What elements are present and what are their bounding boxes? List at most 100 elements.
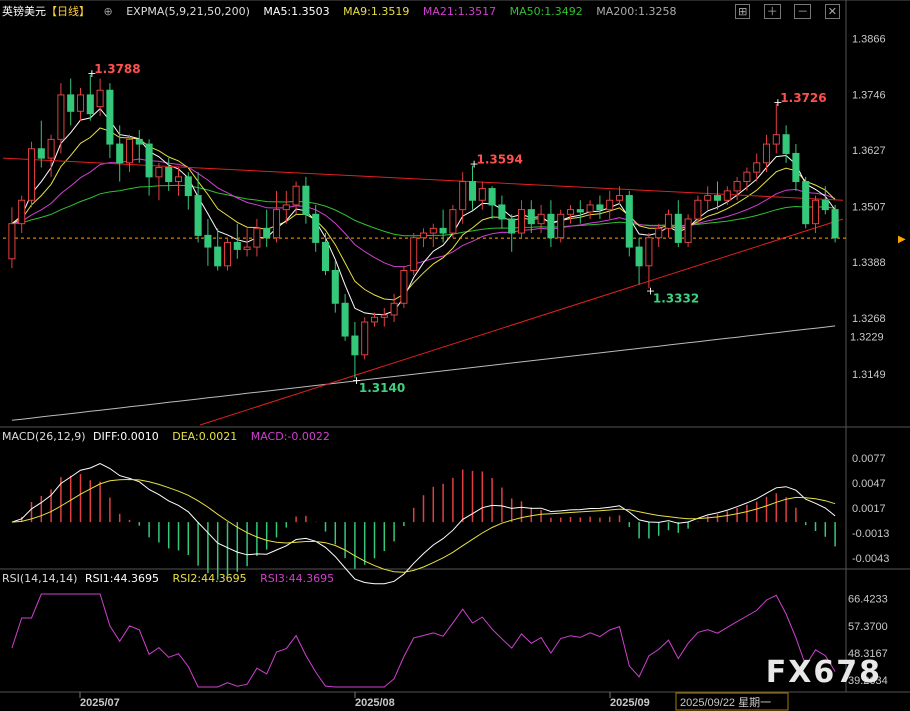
candle-up	[18, 199, 26, 225]
candle-up	[704, 195, 712, 201]
candle-up	[380, 314, 388, 318]
candle-up	[57, 94, 65, 140]
candle-up	[753, 162, 761, 173]
candle-down	[635, 246, 643, 267]
candle-down	[214, 246, 222, 267]
candle-down	[488, 188, 496, 206]
candle-up	[537, 213, 545, 225]
candle-down	[331, 269, 339, 304]
current-price-marker: ▶	[898, 234, 906, 245]
candle-up	[566, 209, 575, 215]
ma200-line	[11, 325, 836, 421]
candle-down	[351, 335, 359, 356]
price-tick-label: 1.3149	[852, 369, 886, 381]
candle-down	[439, 227, 447, 234]
candle-up	[400, 269, 408, 304]
candle-up	[645, 237, 653, 267]
candle-up	[282, 204, 290, 211]
price-tick-label: 1.3507	[852, 201, 886, 213]
candle-down	[321, 241, 330, 271]
candle-down	[547, 213, 555, 239]
macd-tick-label: 0.0047	[852, 478, 886, 490]
macd-dea-line	[11, 478, 836, 573]
candle-up	[743, 171, 751, 183]
support-trend-line	[199, 218, 844, 426]
candle-down	[233, 241, 241, 250]
chart-canvas[interactable]: 1.3866 1.3746 1.3627 1.3507 1.3388 1.3268 1.31…	[0, 0, 910, 711]
candle-up	[8, 223, 16, 260]
candle-up	[723, 190, 731, 201]
candle-down	[792, 152, 800, 183]
candle-up	[557, 213, 565, 239]
candle-down	[37, 148, 45, 159]
candle-up	[174, 176, 183, 183]
ma50-line	[11, 184, 836, 237]
candle-down	[831, 209, 839, 239]
time-axis-label: 2025/07	[80, 697, 120, 709]
candle-down	[527, 209, 535, 225]
candle-down	[86, 94, 94, 115]
candle-down	[312, 213, 320, 243]
ma9-line	[11, 127, 836, 301]
macd-diff-line	[11, 463, 836, 585]
rsi-tick-label: 66.4233	[848, 594, 888, 606]
price-tick-label: 1.3746	[852, 89, 886, 101]
candle-up	[243, 246, 251, 250]
candle-down	[468, 181, 477, 201]
candle-up	[478, 188, 486, 201]
watermark-logo: FX678	[765, 655, 882, 690]
candle-down	[341, 302, 349, 337]
price-tick-label: 1.3627	[852, 145, 886, 157]
candle-down	[625, 195, 633, 248]
time-axis-label: 2025/08	[355, 697, 395, 709]
candle-down	[106, 89, 114, 145]
high-price-annotation: 1.3726	[780, 91, 826, 105]
candle-up	[586, 204, 594, 213]
macd-tick-label: 0.0017	[852, 503, 886, 515]
candle-down	[194, 195, 202, 236]
candle-up	[419, 232, 428, 239]
candle-up	[253, 227, 261, 248]
candle-down	[145, 143, 153, 178]
candle-up	[272, 209, 281, 239]
low-price-annotation: 1.3140	[359, 381, 405, 395]
price-tick-label: 1.3388	[852, 257, 886, 269]
candle-up	[459, 181, 467, 211]
candle-up	[410, 237, 418, 271]
candle-up	[429, 227, 437, 234]
candle-up	[694, 199, 702, 220]
candle-down	[713, 195, 722, 201]
candle-up	[449, 209, 457, 234]
candle-down	[204, 234, 212, 248]
rsi-line	[11, 593, 836, 688]
current-price-label: 1.3229	[850, 332, 884, 344]
candle-down	[508, 218, 516, 234]
price-tick-label: 1.3866	[852, 33, 886, 45]
macd-tick-label: -0.0013	[852, 528, 889, 540]
candle-down	[576, 209, 584, 213]
candle-down	[498, 204, 506, 220]
candle-down	[821, 199, 829, 211]
candle-up	[606, 199, 614, 211]
time-axis-label: 2025/09	[610, 697, 650, 709]
ma5-line	[11, 107, 836, 316]
ma21-line	[11, 158, 836, 268]
candle-up	[76, 94, 85, 112]
candle-down	[596, 204, 604, 211]
candle-up	[155, 166, 163, 178]
candle-up	[664, 213, 673, 229]
candle-up	[125, 138, 134, 164]
candle-up	[292, 185, 300, 206]
high-price-annotation: 1.3788	[94, 62, 140, 76]
candle-down	[116, 143, 124, 164]
candle-up	[655, 227, 663, 239]
candle-up	[223, 241, 232, 267]
candle-up	[47, 138, 55, 159]
cursor-date-label: 2025/09/22 星期一	[680, 696, 771, 709]
candle-down	[184, 176, 192, 197]
candle-up	[772, 134, 780, 145]
candle-down	[802, 181, 810, 225]
candle-down	[135, 138, 143, 145]
price-tick-label: 1.3268	[852, 313, 886, 325]
rsi-tick-label: 57.3700	[848, 621, 888, 633]
